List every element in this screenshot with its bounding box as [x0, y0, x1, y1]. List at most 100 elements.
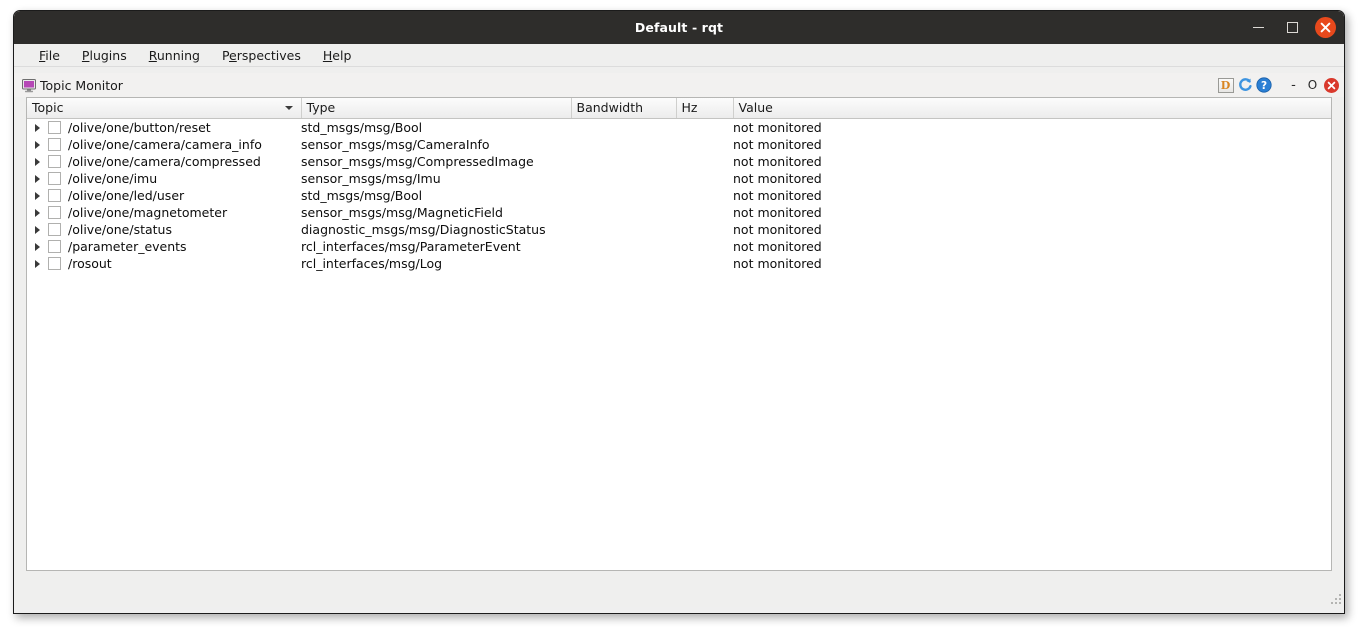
menu-perspectives[interactable]: Perspectives: [211, 46, 312, 65]
status-bar: [14, 571, 1344, 607]
dock-close-icon: [1324, 78, 1339, 93]
topic-checkbox[interactable]: [48, 223, 61, 236]
topic-checkbox[interactable]: [48, 257, 61, 270]
monitor-icon: [22, 78, 37, 93]
column-header-hz[interactable]: Hz: [676, 98, 733, 119]
maximize-icon[interactable]: [1281, 17, 1303, 39]
column-header-value[interactable]: Value: [733, 98, 1332, 119]
cell-bandwidth: [571, 119, 676, 137]
expand-arrow-icon[interactable]: [35, 209, 48, 217]
topic-cell-content: /parameter_events: [27, 238, 301, 255]
table-row[interactable]: /olive/one/magnetometersensor_msgs/msg/M…: [27, 204, 1332, 221]
dock-toggle-button[interactable]: D: [1217, 77, 1234, 94]
dock-title-group: Topic Monitor: [22, 78, 123, 93]
topic-table-container[interactable]: Topic Type Bandwidth Hz: [26, 97, 1332, 571]
column-header-hz-label: Hz: [682, 100, 698, 115]
cell-value: not monitored: [733, 153, 1332, 170]
dock-toggle-label: D: [1218, 78, 1234, 93]
topic-checkbox[interactable]: [48, 155, 61, 168]
reload-icon[interactable]: [1236, 77, 1253, 94]
cell-type: std_msgs/msg/Bool: [301, 187, 571, 204]
cell-topic: /olive/one/button/reset: [27, 119, 301, 137]
column-header-type[interactable]: Type: [301, 98, 571, 119]
topic-checkbox[interactable]: [48, 138, 61, 151]
topic-table: Topic Type Bandwidth Hz: [27, 98, 1332, 272]
topic-checkbox[interactable]: [48, 189, 61, 202]
dock-minimize-button[interactable]: -: [1285, 77, 1302, 94]
topic-cell-content: /rosout: [27, 255, 301, 272]
cell-value: not monitored: [733, 255, 1332, 272]
topic-checkbox[interactable]: [48, 240, 61, 253]
cell-value: not monitored: [733, 238, 1332, 255]
cell-topic: /parameter_events: [27, 238, 301, 255]
column-header-value-label: Value: [739, 100, 773, 115]
topic-cell-content: /olive/one/status: [27, 221, 301, 238]
table-row[interactable]: /rosoutrcl_interfaces/msg/Lognot monitor…: [27, 255, 1332, 272]
topic-checkbox[interactable]: [48, 172, 61, 185]
expand-arrow-icon[interactable]: [35, 192, 48, 200]
table-row[interactable]: /olive/one/led/user std_msgs/msg/Bool not …: [27, 187, 1332, 204]
table-row[interactable]: /olive/one/camera/compressed sensor_msgs/…: [27, 153, 1332, 170]
topic-cell-content: /olive/one/led/user: [27, 187, 301, 204]
topic-name-label: /olive/one/led/user: [68, 187, 184, 204]
expand-arrow-icon[interactable]: [35, 175, 48, 183]
cell-type: rcl_interfaces/msg/ParameterEvent: [301, 238, 571, 255]
cell-type: sensor_msgs/msg/CompressedImage: [301, 153, 571, 170]
topic-name-label: /olive/one/camera/camera_info: [68, 136, 262, 153]
table-row[interactable]: /olive/one/statusdiagnostic_msgs/msg/Dia…: [27, 221, 1332, 238]
cell-bandwidth: [571, 204, 676, 221]
column-header-bandwidth[interactable]: Bandwidth: [571, 98, 676, 119]
topic-name-label: /olive/one/button/reset: [68, 119, 211, 136]
dock-close-button[interactable]: [1323, 77, 1340, 94]
dock-float-label: O: [1306, 79, 1319, 91]
expand-arrow-icon[interactable]: [35, 124, 48, 132]
expand-arrow-icon[interactable]: [35, 243, 48, 251]
table-row[interactable]: /parameter_eventsrcl_interfaces/msg/Para…: [27, 238, 1332, 255]
close-icon[interactable]: [1315, 17, 1336, 38]
topic-name-label: /olive/one/camera/compressed: [68, 153, 261, 170]
help-icon[interactable]: ?: [1255, 77, 1272, 94]
topic-cell-content: /olive/one/imu: [27, 170, 301, 187]
topic-checkbox[interactable]: [48, 121, 61, 134]
menu-plugins[interactable]: Plugins: [71, 46, 138, 65]
expand-arrow-icon[interactable]: [35, 260, 48, 268]
minimize-icon[interactable]: [1247, 17, 1269, 39]
cell-hz: [676, 170, 733, 187]
topic-cell-content: /olive/one/camera/camera_info: [27, 136, 301, 153]
topic-cell-content: /olive/one/camera/compressed: [27, 153, 301, 170]
dock-titlebar: Topic Monitor D: [14, 73, 1344, 97]
screenshot-root: Default - rqt File Plugins Running Persp…: [0, 0, 1358, 627]
cell-type: sensor_msgs/msg/Imu: [301, 170, 571, 187]
svg-text:?: ?: [1260, 80, 1266, 92]
topic-checkbox[interactable]: [48, 206, 61, 219]
menu-file[interactable]: File: [28, 46, 71, 65]
menubar: File Plugins Running Perspectives Help: [14, 44, 1344, 67]
menu-running[interactable]: Running: [138, 46, 211, 65]
cell-bandwidth: [571, 238, 676, 255]
expand-arrow-icon[interactable]: [35, 141, 48, 149]
cell-bandwidth: [571, 170, 676, 187]
column-header-topic[interactable]: Topic: [27, 98, 301, 119]
cell-bandwidth: [571, 153, 676, 170]
main-window: Default - rqt File Plugins Running Persp…: [13, 10, 1345, 614]
cell-type: sensor_msgs/msg/CameraInfo: [301, 136, 571, 153]
size-grip[interactable]: [1328, 591, 1341, 604]
expand-arrow-icon[interactable]: [35, 158, 48, 166]
dock-float-button[interactable]: O: [1304, 77, 1321, 94]
topic-cell-content: /olive/one/magnetometer: [27, 204, 301, 221]
cell-value: not monitored: [733, 187, 1332, 204]
cell-hz: [676, 119, 733, 137]
window-controls: [1247, 11, 1336, 44]
cell-value: not monitored: [733, 204, 1332, 221]
cell-topic: /rosout: [27, 255, 301, 272]
table-row[interactable]: /olive/one/camera/camera_info sensor_msgs…: [27, 136, 1332, 153]
cell-topic: /olive/one/magnetometer: [27, 204, 301, 221]
cell-type: diagnostic_msgs/msg/DiagnosticStatus: [301, 221, 571, 238]
cell-hz: [676, 136, 733, 153]
cell-hz: [676, 187, 733, 204]
table-row[interactable]: /olive/one/button/resetstd_msgs/msg/Bool…: [27, 119, 1332, 137]
cell-hz: [676, 255, 733, 272]
expand-arrow-icon[interactable]: [35, 226, 48, 234]
table-row[interactable]: /olive/one/imusensor_msgs/msg/Imunot mon…: [27, 170, 1332, 187]
menu-help[interactable]: Help: [312, 46, 363, 65]
